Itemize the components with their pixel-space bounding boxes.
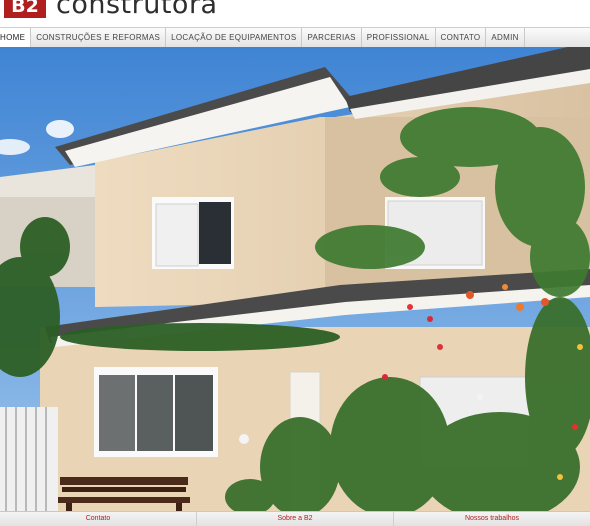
hero-house-photo xyxy=(0,47,590,511)
lower-window-pane xyxy=(137,375,173,451)
lower-window-pane xyxy=(175,375,213,451)
footer-link-sobre[interactable]: Sobre a B2 xyxy=(197,512,394,526)
logo-wordmark[interactable]: construtora xyxy=(56,0,218,20)
site-header: B2 construtora xyxy=(0,0,590,26)
logo-badge[interactable]: B2 xyxy=(4,0,46,18)
nav-item-home[interactable]: HOME xyxy=(0,28,32,47)
nav-item-parcerias[interactable]: PARCERIAS xyxy=(302,28,362,47)
upper-window-left-glass xyxy=(199,202,231,264)
main-nav: HOME CONSTRUÇÕES E REFORMAS LOCAÇÃO DE E… xyxy=(0,27,590,48)
lower-window-pane xyxy=(99,375,135,451)
garden-gate xyxy=(0,407,58,511)
upper-window-left-shutter xyxy=(155,203,199,267)
house-illustration xyxy=(0,47,590,511)
cloud xyxy=(46,120,74,138)
nav-item-admin[interactable]: ADMIN xyxy=(486,28,525,47)
footer-links: Contato Sobre a B2 Nossos trabalhos xyxy=(0,511,590,526)
nav-item-contato[interactable]: CONTATO xyxy=(436,28,487,47)
footer-link-contato[interactable]: Contato xyxy=(0,512,197,526)
nav-item-construcoes[interactable]: CONSTRUÇÕES E REFORMAS xyxy=(31,28,167,47)
nav-item-profissional[interactable]: PROFISSIONAL xyxy=(362,28,436,47)
footer-link-trabalhos[interactable]: Nossos trabalhos xyxy=(394,512,590,526)
nav-item-locacao[interactable]: LOCAÇÃO DE EQUIPAMENTOS xyxy=(166,28,303,47)
